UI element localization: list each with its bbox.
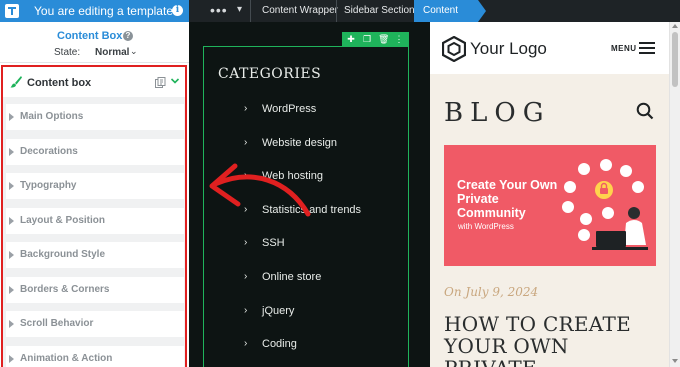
section-animation-action[interactable]: Animation & Action	[6, 346, 184, 367]
caret-right-icon	[9, 355, 14, 363]
chevron-right-icon: ›	[244, 137, 248, 148]
hero-title: Create Your Own Private Community	[457, 178, 558, 220]
community-illustration	[562, 159, 648, 250]
section-label: Layout & Position	[20, 215, 105, 226]
duplicate-icon[interactable]: ❐	[362, 34, 372, 44]
category-label: jQuery	[262, 305, 295, 317]
section-label: Decorations	[20, 146, 78, 157]
chevron-right-icon: ›	[244, 305, 248, 316]
element-settings-panel: Content Box ? State: Normal ⌄ Content bo…	[0, 22, 189, 367]
category-label: Online store	[262, 271, 322, 283]
caret-right-icon	[9, 113, 14, 121]
scroll-thumb[interactable]	[672, 32, 678, 87]
section-typography[interactable]: Typography	[6, 173, 184, 199]
page-preview: Your Logo MENU BLOG Create Your Own Priv…	[430, 22, 669, 367]
breadcrumb-content-box[interactable]: Content Box	[414, 0, 486, 38]
chevron-right-icon: ›	[244, 338, 248, 349]
chevron-right-icon: ›	[244, 237, 248, 248]
chevron-right-icon: ›	[244, 204, 248, 215]
content-box-label: Content box	[27, 77, 92, 89]
content-box-block-header[interactable]: Content box	[3, 67, 185, 97]
more-vertical-icon[interactable]: ⋮	[394, 34, 404, 44]
site-header: Your Logo MENU	[430, 22, 669, 74]
scroll-down-icon[interactable]	[672, 359, 678, 363]
highlighted-settings-area: Content box Main Options Decorations Typ…	[1, 65, 187, 367]
caret-right-icon	[9, 217, 14, 225]
state-select[interactable]: Normal	[95, 47, 129, 58]
section-label: Animation & Action	[20, 353, 113, 364]
canvas-sidebar-column: ✚ ❐ 🗑 ⋮ CATEGORIES › WordPress › Website…	[189, 22, 430, 367]
breadcrumb-content-wrapper[interactable]: Content Wrapper	[262, 0, 338, 22]
hamburger-icon[interactable]	[639, 42, 655, 54]
category-label: Statistics and trends	[262, 204, 362, 216]
section-decorations[interactable]: Decorations	[6, 139, 184, 165]
panel-header: Content Box ? State: Normal ⌄	[0, 22, 189, 63]
brush-icon	[10, 76, 22, 88]
blog-heading: BLOG	[444, 98, 551, 128]
category-label: SSH	[262, 237, 285, 249]
caret-right-icon	[9, 286, 14, 294]
logo-icon[interactable]	[442, 36, 466, 62]
help-icon[interactable]: ?	[123, 31, 133, 41]
chevron-right-icon: ›	[244, 271, 248, 282]
hero-subtitle: with WordPress	[458, 222, 514, 231]
categories-title: CATEGORIES	[218, 66, 322, 82]
section-main-options[interactable]: Main Options	[6, 104, 184, 130]
category-label: Website design	[262, 137, 338, 149]
chevron-right-icon: ›	[244, 103, 248, 114]
search-icon[interactable]	[636, 102, 654, 120]
logo-text[interactable]: Your Logo	[470, 39, 547, 59]
caret-right-icon	[9, 320, 14, 328]
category-label: WordPress	[262, 103, 317, 115]
caret-right-icon	[9, 251, 14, 259]
editing-notice-text: You are editing a template	[34, 4, 173, 18]
section-background-style[interactable]: Background Style	[6, 242, 184, 268]
chevron-down-icon[interactable]	[170, 76, 180, 86]
element-toolbar: ✚ ❐ 🗑 ⋮	[342, 32, 409, 46]
editing-notice-bar: You are editing a template i	[0, 0, 189, 22]
section-label: Scroll Behavior	[20, 318, 94, 329]
section-label: Borders & Corners	[20, 284, 110, 295]
info-icon[interactable]: i	[172, 5, 183, 16]
more-options-button[interactable]: •••	[210, 2, 228, 18]
category-label: Coding	[262, 338, 297, 350]
caret-right-icon	[9, 148, 14, 156]
category-label: Web hosting	[262, 170, 323, 182]
settings-icon[interactable]	[155, 77, 166, 88]
featured-image[interactable]: Create Your Own Private Community with W…	[444, 145, 656, 266]
section-layout-position[interactable]: Layout & Position	[6, 208, 184, 234]
chevron-down-icon[interactable]: ▾	[237, 4, 242, 15]
section-label: Background Style	[20, 249, 106, 260]
move-icon[interactable]: ✚	[346, 34, 356, 44]
preview-scrollbar[interactable]	[669, 22, 680, 367]
scroll-up-icon[interactable]	[672, 24, 678, 28]
breadcrumb-separator	[250, 0, 251, 22]
section-borders-corners[interactable]: Borders & Corners	[6, 277, 184, 303]
caret-right-icon	[9, 182, 14, 190]
top-toolbar: You are editing a template i ••• ▾ Conte…	[0, 0, 680, 38]
chevron-down-icon[interactable]: ⌄	[130, 46, 138, 57]
section-label: Main Options	[20, 111, 84, 122]
thrive-logo-icon[interactable]	[4, 3, 20, 19]
menu-label[interactable]: MENU	[611, 44, 637, 53]
panel-title: Content Box	[57, 30, 123, 42]
post-title[interactable]: HOW TO CREATE YOUR OWN PRIVATE	[444, 313, 654, 367]
state-label: State:	[54, 47, 81, 58]
breadcrumb-separator	[336, 0, 337, 22]
chevron-right-icon: ›	[244, 170, 248, 181]
post-date: On July 9, 2024	[444, 285, 539, 299]
breadcrumb-sidebar-section[interactable]: Sidebar Section	[344, 0, 415, 22]
section-scroll-behavior[interactable]: Scroll Behavior	[6, 311, 184, 337]
delete-icon[interactable]: 🗑	[378, 34, 389, 44]
section-label: Typography	[20, 180, 77, 191]
